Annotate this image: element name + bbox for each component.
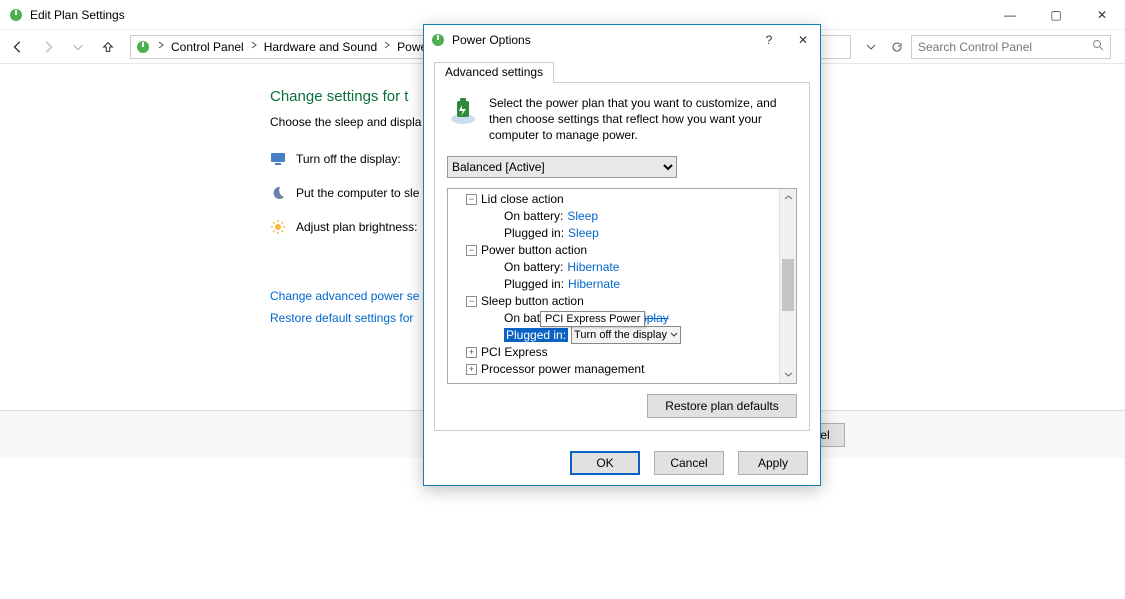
ok-button[interactable]: OK bbox=[570, 451, 640, 475]
tree-node-sleep-button[interactable]: Sleep button action bbox=[481, 294, 584, 308]
settings-tree[interactable]: −Lid close action On battery:Sleep Plugg… bbox=[447, 188, 797, 384]
tree-node-power-button[interactable]: Power button action bbox=[481, 243, 587, 257]
apply-button[interactable]: Apply bbox=[738, 451, 808, 475]
dialog-titlebar: Power Options ? ✕ bbox=[424, 25, 820, 55]
tree-node-lid[interactable]: Lid close action bbox=[481, 192, 564, 206]
refresh-button[interactable] bbox=[885, 36, 909, 58]
collapse-icon[interactable]: − bbox=[466, 245, 477, 256]
monitor-icon bbox=[270, 151, 286, 167]
tab-advanced-settings[interactable]: Advanced settings bbox=[434, 62, 554, 83]
address-dropdown[interactable] bbox=[859, 36, 883, 58]
power-options-dialog: Power Options ? ✕ Advanced settings Sele… bbox=[423, 24, 821, 486]
minimize-button[interactable]: — bbox=[987, 0, 1033, 30]
tree-node-processor[interactable]: Processor power management bbox=[481, 362, 644, 376]
dialog-close-button[interactable]: ✕ bbox=[786, 25, 820, 55]
recent-dropdown[interactable] bbox=[64, 33, 92, 61]
battery-icon bbox=[447, 95, 479, 127]
chevron-down-icon bbox=[670, 328, 678, 342]
search-placeholder: Search Control Panel bbox=[918, 40, 1032, 54]
tree-node-pci[interactable]: PCI Express bbox=[481, 345, 548, 359]
power-plan-select[interactable]: Balanced [Active] bbox=[447, 156, 677, 178]
power-icon bbox=[135, 39, 151, 55]
scroll-up-icon[interactable] bbox=[780, 189, 796, 206]
tree-selected-key[interactable]: Plugged in: bbox=[504, 328, 568, 342]
chevron-right-icon bbox=[248, 41, 260, 52]
forward-button[interactable] bbox=[34, 33, 62, 61]
scroll-down-icon[interactable] bbox=[780, 366, 796, 383]
collapse-icon[interactable]: − bbox=[466, 296, 477, 307]
back-button[interactable] bbox=[4, 33, 32, 61]
tree-scrollbar[interactable] bbox=[779, 189, 796, 383]
breadcrumb-item[interactable]: Control Panel bbox=[167, 36, 248, 58]
scroll-thumb[interactable] bbox=[782, 259, 794, 311]
dialog-title: Power Options bbox=[452, 33, 531, 47]
power-icon bbox=[430, 32, 446, 48]
tooltip: PCI Express Power bbox=[540, 311, 645, 327]
sun-icon bbox=[270, 219, 286, 235]
search-icon bbox=[1092, 39, 1104, 54]
sleep-plugged-combo[interactable]: Turn off the display bbox=[571, 326, 681, 344]
expand-icon[interactable]: + bbox=[466, 347, 477, 358]
cancel-button[interactable]: Cancel bbox=[654, 451, 724, 475]
expand-icon[interactable]: + bbox=[466, 364, 477, 375]
window-title: Edit Plan Settings bbox=[30, 8, 125, 22]
chevron-right-icon bbox=[155, 41, 167, 52]
breadcrumb-item[interactable]: Hardware and Sound bbox=[260, 36, 381, 58]
restore-plan-defaults-button[interactable]: Restore plan defaults bbox=[647, 394, 797, 418]
dialog-button-row: OK Cancel Apply bbox=[424, 441, 820, 485]
chevron-right-icon bbox=[381, 41, 393, 52]
tabstrip: Advanced settings bbox=[434, 61, 810, 83]
moon-icon bbox=[270, 185, 286, 201]
up-button[interactable] bbox=[94, 33, 122, 61]
collapse-icon[interactable]: − bbox=[466, 194, 477, 205]
help-button[interactable]: ? bbox=[752, 25, 786, 55]
maximize-button[interactable]: ▢ bbox=[1033, 0, 1079, 30]
search-input[interactable]: Search Control Panel bbox=[911, 35, 1111, 59]
close-button[interactable]: ✕ bbox=[1079, 0, 1125, 30]
app-icon bbox=[8, 7, 24, 23]
dialog-info-text: Select the power plan that you want to c… bbox=[489, 95, 797, 144]
